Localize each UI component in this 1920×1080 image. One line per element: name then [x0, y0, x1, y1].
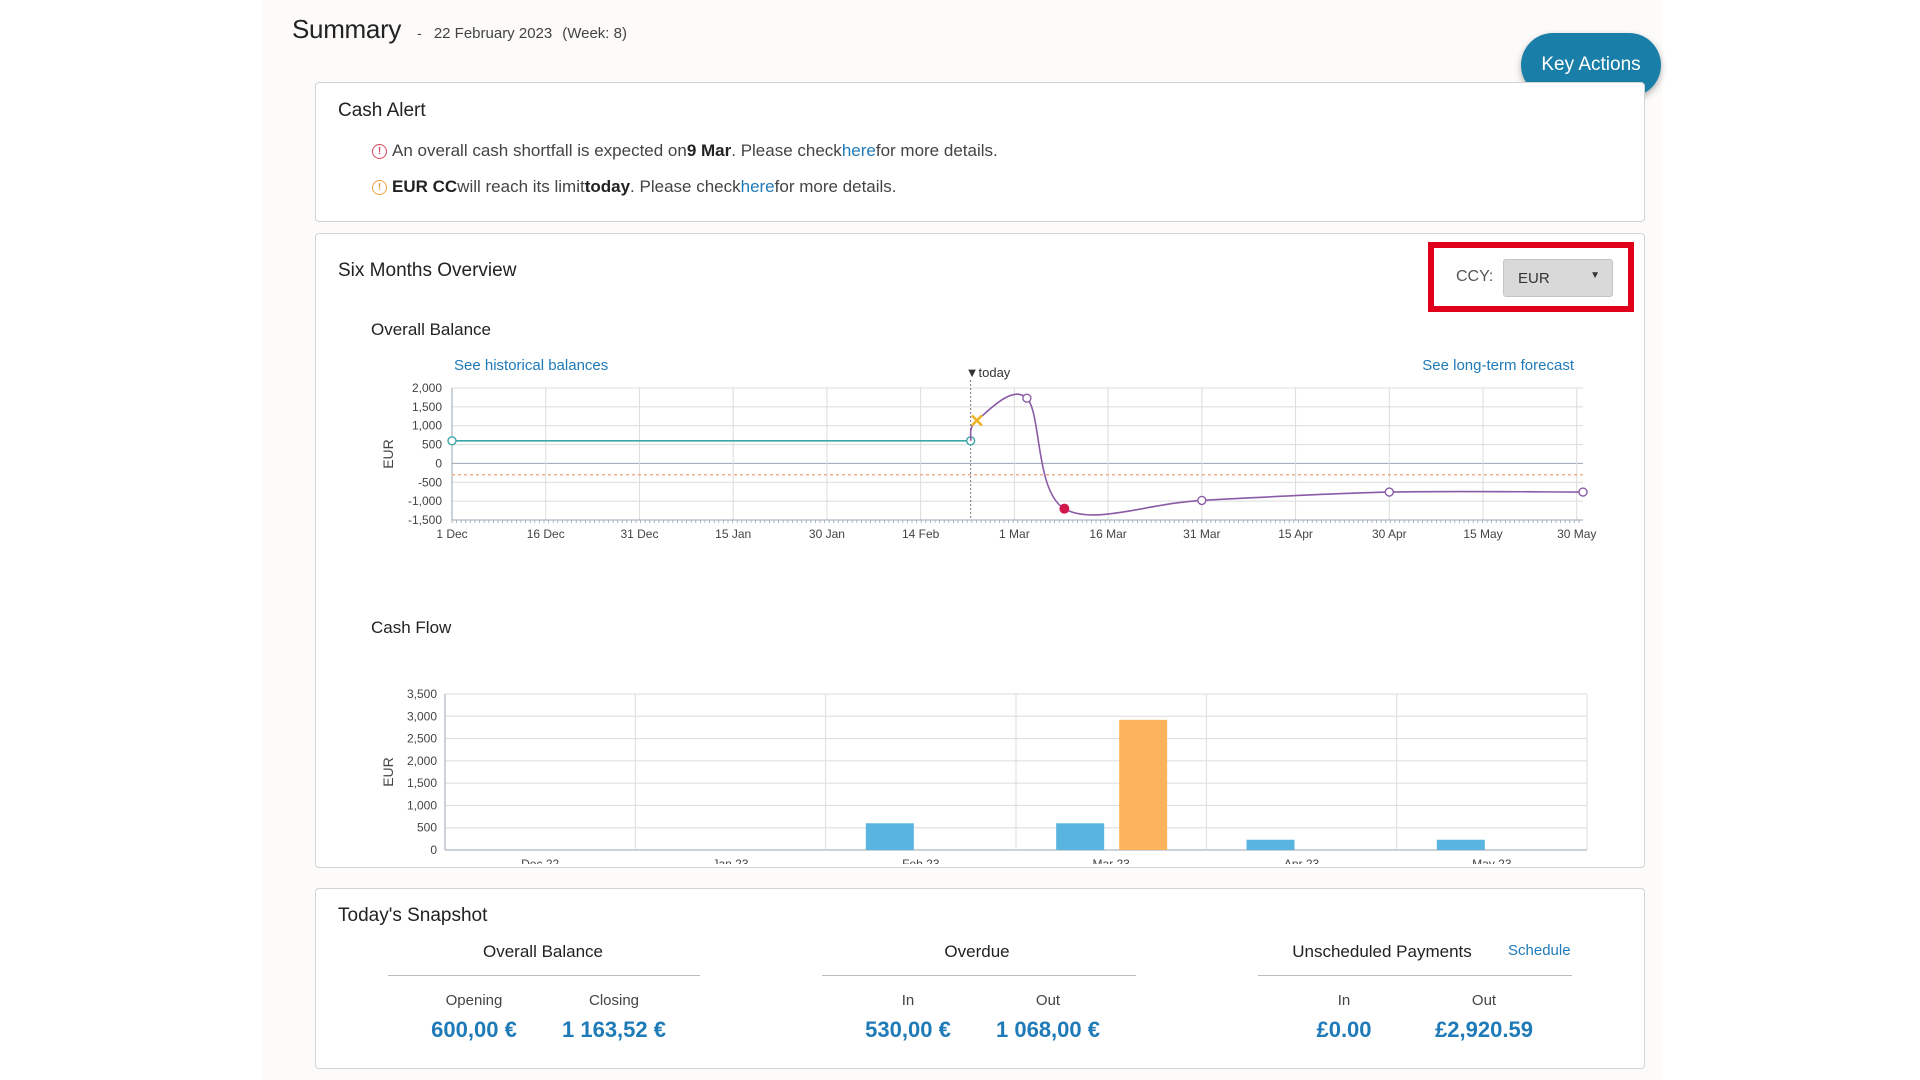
y-tick-label: 3,000 [407, 709, 437, 723]
x-tick-label: Jan 23 [712, 857, 748, 864]
summary-date: 22 February 2023 [433, 25, 553, 42]
forecast-point [1022, 393, 1032, 403]
x-tick-label: May 23 [1472, 857, 1512, 864]
warning-icon: ! [372, 179, 387, 195]
alert-text: for more details. [875, 141, 998, 160]
x-tick-label: Apr 23 [1284, 857, 1320, 864]
divider [1258, 975, 1572, 976]
y-tick-label: 500 [422, 438, 442, 452]
divider [388, 975, 700, 976]
cash-alert-panel: Cash Alert ! An overall cash shortfall i… [315, 82, 1645, 222]
x-tick-label: 15 May [1463, 527, 1502, 541]
x-tick-label: 30 Jan [809, 527, 845, 541]
alert-account: EUR CC [392, 177, 458, 196]
x-tick-label: 16 Mar [1089, 527, 1126, 541]
y-tick-label: 1,000 [407, 798, 437, 812]
forecast-balance-line [969, 393, 1584, 516]
y-tick-label: 2,000 [407, 754, 437, 768]
summary-week: (Week: 8) [562, 25, 627, 42]
y-tick-label: 1,000 [412, 419, 442, 433]
y-tick-label: -500 [418, 475, 442, 489]
forecast-point [1578, 487, 1588, 497]
overdue-in-label: In [901, 992, 915, 1009]
alert-text: An overall cash shortfall is expected on [392, 141, 687, 160]
limit-alert: ! EUR CC will reach its limit today. Ple… [372, 177, 897, 197]
y-tick-label: -1,000 [408, 494, 442, 508]
error-icon: ! [372, 143, 387, 159]
alert-text: for more details. [774, 177, 897, 196]
alert-text: . Please check [630, 177, 741, 196]
y-tick-label: 1,500 [412, 400, 442, 414]
x-tick-label: 31 Dec [620, 527, 658, 541]
cash-alert-title: Cash Alert [338, 100, 426, 121]
x-tick-label: 30 May [1557, 527, 1596, 541]
snapshot-unscheduled-title: Unscheduled Payments [1292, 942, 1472, 961]
unscheduled-out-value: £2,920.59 [1435, 1017, 1533, 1042]
overdue-in-value: 530,00 € [865, 1017, 951, 1042]
summary-header: Summary - 22 February 2023 (Week: 8) [292, 14, 627, 45]
y-tick-label: 0 [435, 456, 442, 470]
closing-balance-value: 1 163,52 € [562, 1017, 666, 1042]
forecast-point [1384, 487, 1394, 497]
alert-text: . Please check [731, 141, 842, 160]
cash-shortfall-alert: ! An overall cash shortfall is expected … [372, 141, 998, 161]
closing-label: Closing [588, 992, 640, 1009]
forecast-point [1197, 495, 1207, 506]
inflow-bar [1436, 839, 1485, 850]
x-tick-label: 15 Jan [715, 527, 751, 541]
snapshot-overall-balance-title: Overall Balance [482, 942, 604, 961]
todays-snapshot-panel: Today's Snapshot Overall Balance Opening… [315, 888, 1645, 1069]
snapshot-overdue-title: Overdue [944, 942, 1010, 961]
y-tick-label: 0 [430, 843, 437, 857]
alert-text: will reach its limit [457, 177, 585, 196]
x-tick-label: Feb 23 [902, 857, 940, 864]
y-axis-label: EUR [380, 757, 396, 787]
six-months-overview-panel: Six Months Overview CCY: EUR ▼ Overall B… [315, 233, 1645, 868]
x-tick-label: 14 Feb [902, 527, 940, 541]
schedule-link[interactable]: Schedule [1508, 942, 1571, 959]
x-tick-label: 15 Apr [1278, 527, 1313, 541]
outflow-bar [1119, 719, 1168, 850]
opening-label: Opening [445, 992, 503, 1009]
unscheduled-out-label: Out [1471, 992, 1497, 1009]
today-label: ▼today [966, 365, 1011, 380]
overdue-out-label: Out [1035, 992, 1061, 1009]
title-separator: - [417, 25, 422, 41]
alert-date: 9 Mar [686, 141, 732, 160]
y-tick-label: 500 [417, 821, 437, 835]
historical-point [447, 436, 457, 446]
x-tick-label: 16 Dec [527, 527, 565, 541]
y-tick-label: 2,500 [407, 732, 437, 746]
unscheduled-in-label: In [1337, 992, 1351, 1009]
y-tick-label: 2,000 [412, 381, 442, 395]
alert-when: today [584, 177, 631, 196]
y-tick-label: -1,500 [408, 513, 442, 527]
shortfall-details-link[interactable]: here [842, 141, 876, 161]
inflow-bar [1246, 839, 1295, 850]
x-tick-label: Dec 22 [521, 857, 559, 864]
snapshot-title: Today's Snapshot [338, 905, 488, 926]
x-tick-label: Mar 23 [1092, 857, 1130, 864]
x-tick-label: 30 Apr [1372, 527, 1407, 541]
today-balance-marker [971, 414, 983, 427]
inflow-bar [1056, 823, 1105, 850]
y-tick-label: 1,500 [407, 776, 437, 790]
limit-details-link[interactable]: here [741, 177, 775, 197]
divider [822, 975, 1136, 976]
x-tick-label: 1 Dec [436, 527, 467, 541]
page-title: Summary [292, 14, 402, 44]
overdue-out-value: 1 068,00 € [996, 1017, 1100, 1042]
overall-balance-chart: 2,000 1,500 1,000 500 0 -500 -1,000 -1,5001 Dec… [380, 365, 1596, 541]
opening-balance-value: 600,00 € [431, 1017, 517, 1042]
x-tick-label: 1 Mar [999, 527, 1030, 541]
shortfall-point [1059, 503, 1070, 514]
inflow-bar [865, 823, 914, 850]
y-axis-label: EUR [380, 439, 396, 469]
x-tick-label: 31 Mar [1183, 527, 1220, 541]
cash-flow-chart: 3,500 3,000 2,500 2,000 1,500 1,000 500 0 EUR Dec… [380, 687, 1588, 864]
unscheduled-in-value: £0.00 [1316, 1017, 1372, 1042]
y-tick-label: 3,500 [407, 687, 437, 701]
